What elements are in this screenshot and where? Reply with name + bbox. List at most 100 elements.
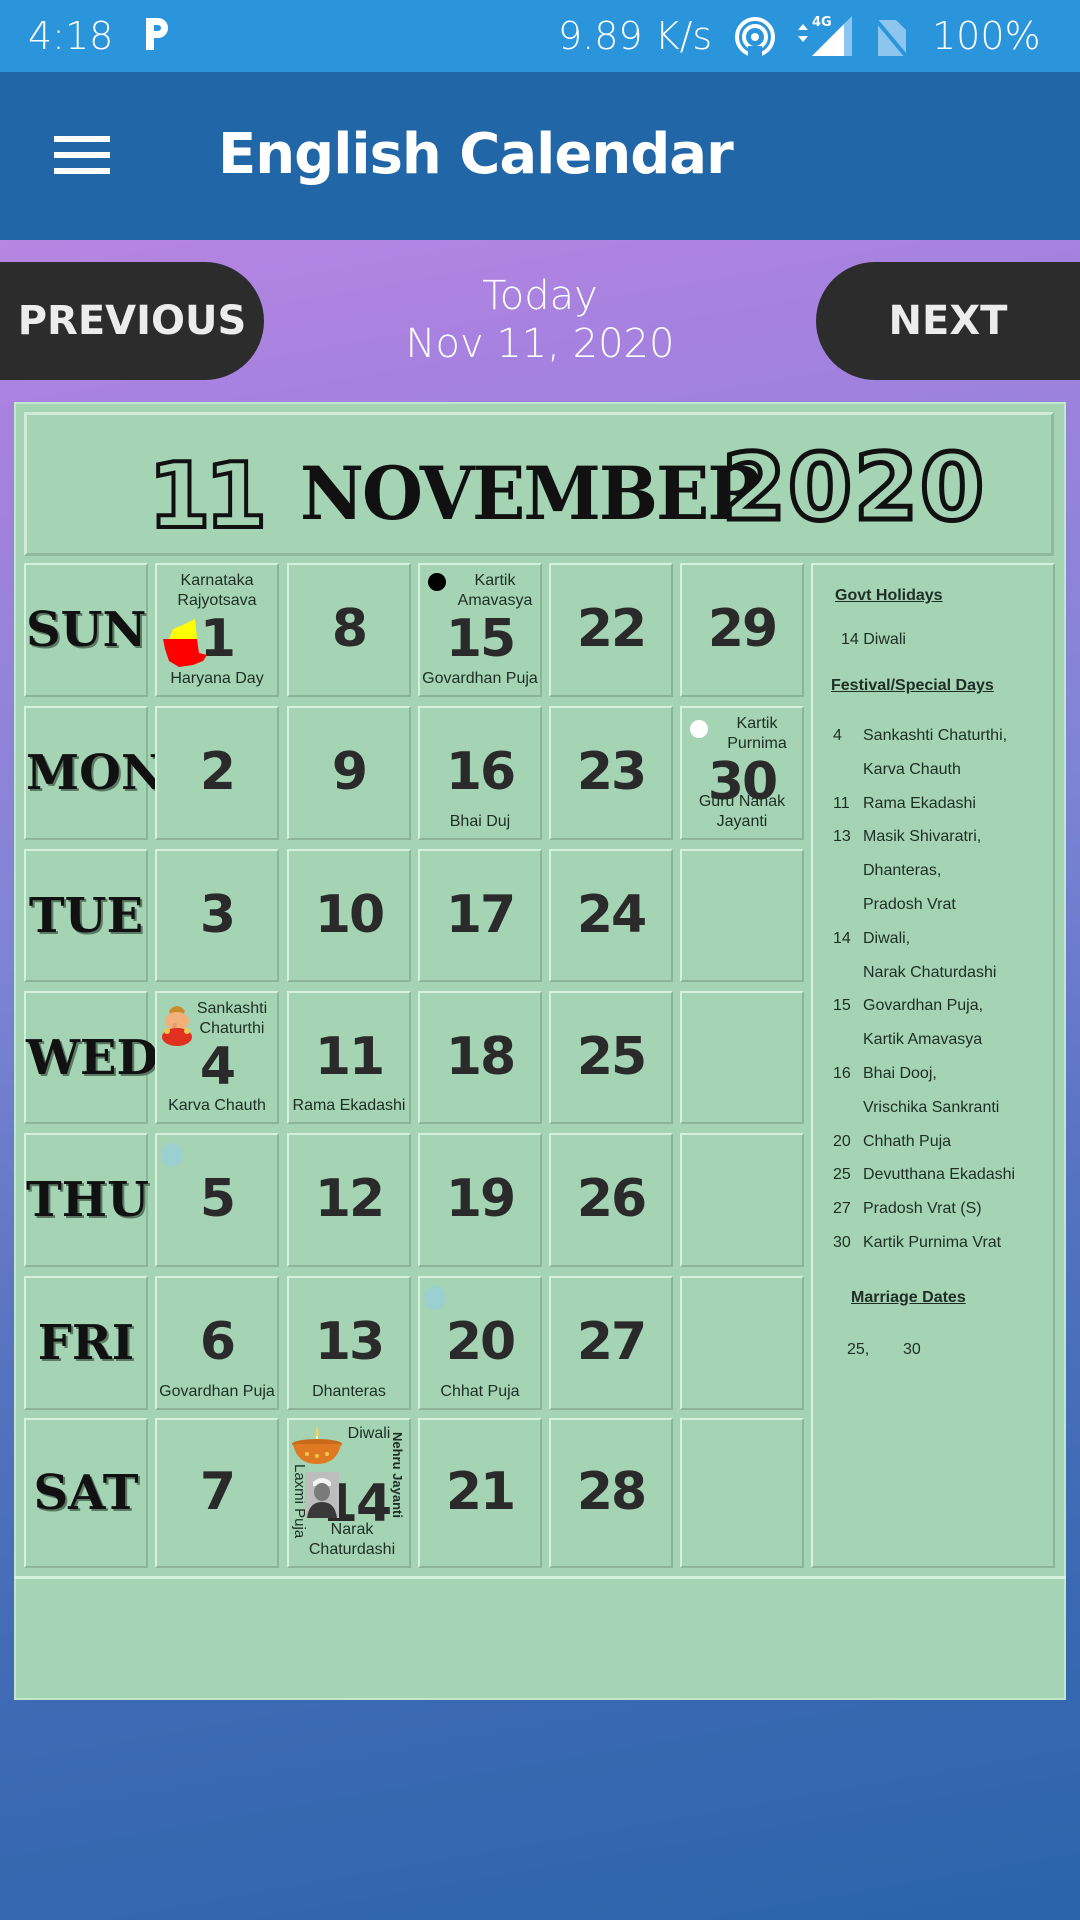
day-cell[interactable]: 13 Dhanteras	[287, 1276, 411, 1410]
day-cell[interactable]: 12	[287, 1133, 411, 1267]
network-speed: 9.89 K/s	[558, 14, 713, 58]
faint-moon-dot-icon	[424, 1286, 446, 1310]
day-cell[interactable]: 5	[155, 1133, 279, 1267]
day-number: 2	[199, 741, 236, 802]
weekday-header-tue: TUE	[24, 849, 148, 982]
signal-4g-icon: 4G	[798, 15, 852, 56]
festival-name: Diwali,	[863, 929, 911, 947]
next-button[interactable]: NEXT	[816, 262, 1080, 380]
faint-moon-dot-icon	[161, 1143, 183, 1167]
title-year: 2020	[719, 432, 987, 544]
day-cell[interactable]: 18	[418, 991, 542, 1124]
day-cell[interactable]: 17	[418, 849, 542, 982]
day-cell[interactable]: 24	[549, 849, 673, 982]
no-sim-icon	[874, 18, 908, 58]
day-cell[interactable]: 1 Karnataka Rajyotsava Haryana Day	[155, 563, 279, 697]
day-number: 23	[576, 741, 647, 802]
day-cell[interactable]: 15 Kartik Amavasya Govardhan Puja	[418, 563, 542, 697]
previous-button[interactable]: PREVIOUS	[0, 262, 264, 380]
weekday-label: MON	[26, 745, 165, 801]
day-cell[interactable]: 29	[680, 563, 804, 697]
day-number: 22	[576, 598, 647, 659]
day-cell[interactable]: 21	[418, 1418, 542, 1568]
festival-date: 13	[833, 828, 851, 846]
day-cell[interactable]: 23	[549, 706, 673, 840]
day-cell[interactable]: 4 Sankashti Chaturthi Karva Chauth	[155, 991, 279, 1124]
festival-item: 15 Govardhan Puja,	[833, 997, 983, 1015]
festival-name: Chhath Puja	[863, 1132, 952, 1150]
weekday-header-sun: SUN	[24, 563, 148, 697]
festival-date: 11	[833, 794, 850, 812]
festival-item: 14 Diwali,	[833, 930, 910, 948]
day-number: 26	[576, 1168, 647, 1229]
festival-name: Masik Shivaratri,	[863, 828, 982, 846]
day-cell[interactable]: 25	[549, 991, 673, 1124]
day-cell[interactable]: 16 Bhai Duj	[418, 706, 542, 840]
day-number: 8	[331, 598, 368, 659]
day-cell[interactable]: 9	[287, 706, 411, 840]
day-number: 28	[576, 1461, 647, 1522]
nehru-portrait-icon	[305, 1472, 339, 1518]
weekday-label: SUN	[26, 602, 147, 658]
battery-level: 100%	[932, 14, 1041, 58]
holiday-name: Diwali	[863, 631, 906, 648]
festival-date: 27	[833, 1200, 851, 1218]
day-cell[interactable]: 22	[549, 563, 673, 697]
festival-name: Kartik Purnima Vrat	[863, 1234, 1002, 1251]
empty-cell	[680, 1133, 804, 1267]
weekday-header-wed: WED	[24, 991, 158, 1124]
today-label: Today	[482, 273, 598, 319]
festival-item: 20 Chhath Puja	[833, 1133, 951, 1151]
day-number: 13	[314, 1311, 385, 1372]
day-cell[interactable]: 8	[287, 563, 411, 697]
empty-cell	[680, 991, 804, 1124]
diya-lamp-icon	[292, 1426, 342, 1464]
hamburger-menu-icon[interactable]	[54, 132, 112, 178]
day-number: 19	[445, 1168, 516, 1229]
day-cell[interactable]: 11 Rama Ekadashi	[287, 991, 411, 1124]
day-cell[interactable]: 10	[287, 849, 411, 982]
today-display[interactable]: Today Nov 11, 2020	[340, 272, 740, 368]
festival-name: Devutthana Ekadashi	[863, 1166, 1016, 1184]
festival-date: 16	[833, 1065, 851, 1082]
festival-date: 4	[833, 727, 842, 744]
event-label-bottom: Narak Chaturdashi	[308, 1521, 396, 1558]
new-moon-icon	[428, 573, 446, 591]
parking-app-icon	[146, 18, 168, 50]
day-number: 27	[576, 1311, 647, 1372]
day-number: 16	[445, 741, 516, 802]
day-cell[interactable]: 20 Chhat Puja	[418, 1276, 542, 1410]
event-label-bottom: Chhat Puja	[440, 1383, 520, 1400]
day-number: 10	[314, 884, 385, 945]
day-cell[interactable]: 28	[549, 1418, 673, 1568]
day-number: 3	[199, 884, 236, 945]
day-number: 29	[707, 598, 778, 659]
day-cell[interactable]: 26	[549, 1133, 673, 1267]
marriage-date: 25,	[847, 1341, 870, 1358]
marriage-dates-heading: Marriage Dates	[851, 1289, 966, 1306]
day-cell[interactable]: 19	[418, 1133, 542, 1267]
day-cell[interactable]: 2	[155, 706, 279, 840]
festival-item: 25 Devutthana Ekadashi	[833, 1166, 1015, 1184]
day-cell[interactable]: 27	[549, 1276, 673, 1410]
weekday-header-thu: THU	[24, 1133, 149, 1267]
day-cell[interactable]: 6 Govardhan Puja	[155, 1276, 279, 1410]
status-bar: 4:18 9.89 K/s 4G 100%	[0, 0, 1080, 72]
day-number: 21	[445, 1461, 516, 1522]
empty-cell	[680, 1276, 804, 1410]
festival-name-continued: Kartik Amavasya	[863, 1031, 983, 1049]
festivals-heading: Festival/Special Days	[831, 677, 994, 694]
day-cell[interactable]: 3	[155, 849, 279, 982]
festival-date: 15	[833, 997, 851, 1015]
day-number: 17	[445, 884, 516, 945]
event-label-top: Sankashti Chaturthi	[196, 1000, 268, 1037]
day-number: 24	[576, 884, 647, 945]
festival-name-continued: Narak Chaturdashi	[863, 963, 997, 981]
svg-text:4G: 4G	[812, 15, 832, 30]
festival-name-continued: Pradosh Vrat	[863, 896, 956, 913]
event-label-bottom: Karva Chauth	[168, 1097, 266, 1114]
day-cell[interactable]: 14 Diwali Narak Chaturdashi Laxmi Puja Nehru…	[287, 1418, 411, 1568]
day-cell[interactable]: 7	[155, 1418, 279, 1568]
weekday-label: FRI	[37, 1315, 135, 1371]
day-cell[interactable]: 30 Kartik Purnima Guru Nanak Jayanti	[680, 706, 804, 840]
